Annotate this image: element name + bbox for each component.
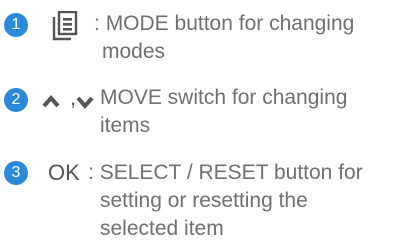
ok-description-line-3: selected item <box>100 217 224 240</box>
separator-colon: : <box>94 12 100 35</box>
mode-description: : MODE button for changing modes <box>94 10 354 66</box>
ok-description-line-1: SELECT / RESET button for <box>99 161 363 184</box>
ok-description: : SELECT / RESET button for setting or r… <box>88 159 363 243</box>
move-description-line-1: MOVE switch for changing <box>100 86 348 109</box>
separator-colon: : <box>88 161 94 184</box>
mode-description-line-2: modes <box>102 40 166 63</box>
number-badge-3: 3 <box>4 161 28 185</box>
mode-document-icon <box>52 10 78 46</box>
move-description: MOVE switch for changing items <box>100 84 347 140</box>
move-description-line-2: items <box>100 114 151 137</box>
ok-symbol: OK <box>48 160 80 185</box>
number-badge-2: 2 <box>4 88 28 112</box>
symbol-comma: , <box>70 85 77 110</box>
ok-description-line-2: setting or resetting the <box>100 189 308 212</box>
number-badge-1: 1 <box>4 13 28 37</box>
mode-description-line-1: MODE button for changing <box>105 12 355 35</box>
